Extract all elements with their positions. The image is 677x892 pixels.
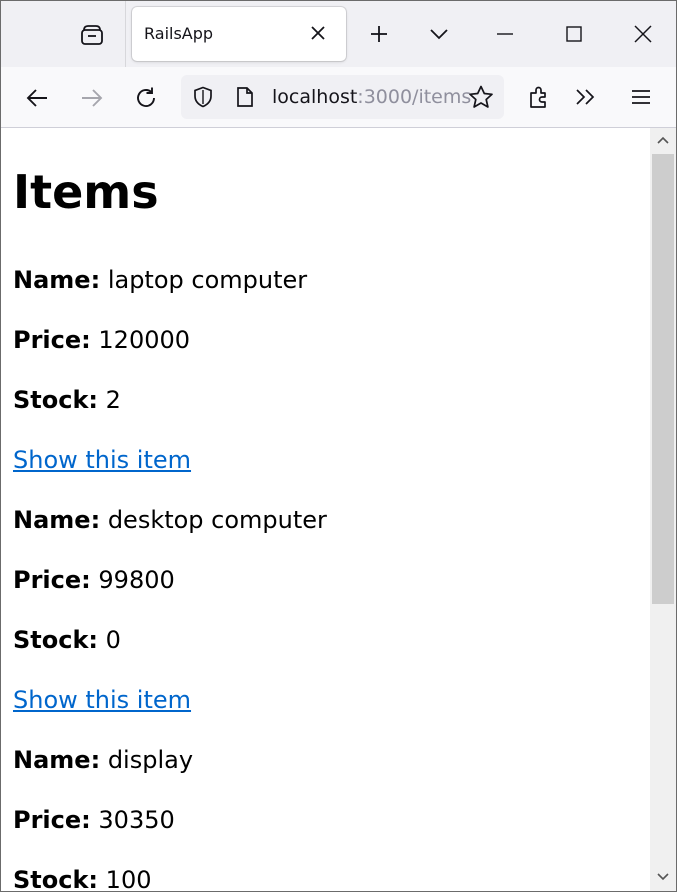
item-name-row: Name: desktop computer (13, 504, 327, 536)
item-stock: 0 (105, 626, 121, 654)
bookmark-star-icon[interactable] (467, 83, 495, 111)
name-label: Name: (13, 746, 101, 774)
stock-label: Stock: (13, 626, 99, 654)
item-name: desktop computer (107, 506, 327, 534)
close-tab-icon[interactable] (308, 23, 328, 43)
navigation-toolbar: localhost:3000/items (1, 67, 676, 128)
item-name-row: Name: laptop computer (13, 264, 307, 296)
list-tabs-chevron-down-icon[interactable] (426, 21, 452, 47)
minimize-icon[interactable] (492, 21, 518, 47)
tracking-protection-shield-icon[interactable] (191, 85, 215, 109)
reload-icon[interactable] (132, 84, 160, 112)
price-label: Price: (13, 566, 91, 594)
close-window-icon[interactable] (630, 21, 656, 47)
stock-label: Stock: (13, 386, 99, 414)
url-text[interactable]: localhost:3000/items (272, 86, 471, 108)
item-stock: 100 (105, 866, 152, 891)
item-price-row: Price: 30350 (13, 804, 175, 836)
item-stock-row: Stock: 0 (13, 624, 121, 656)
browser-window: RailsApp localhost:3000/items Items Name… (0, 0, 677, 892)
show-item-link[interactable]: Show this item (13, 446, 191, 474)
item-name: display (107, 746, 194, 774)
tab-strip: RailsApp (1, 1, 676, 67)
scroll-up-arrow-icon[interactable] (653, 131, 673, 149)
url-path: :3000/items (357, 86, 472, 108)
item-price-row: Price: 120000 (13, 324, 190, 356)
url-bar[interactable]: localhost:3000/items (181, 75, 504, 119)
item-stock-row: Stock: 100 (13, 864, 151, 891)
hamburger-menu-icon[interactable] (627, 83, 655, 111)
show-item-link[interactable]: Show this item (13, 686, 191, 714)
page-info-icon[interactable] (233, 85, 257, 109)
forward-arrow-icon[interactable] (78, 84, 106, 112)
item-price: 30350 (98, 806, 175, 834)
item-price-row: Price: 99800 (13, 564, 175, 596)
new-tab-icon[interactable] (366, 21, 392, 47)
maximize-icon[interactable] (561, 21, 587, 47)
stock-label: Stock: (13, 866, 99, 891)
page-title: Items (13, 165, 159, 219)
price-label: Price: (13, 806, 91, 834)
back-arrow-icon[interactable] (23, 84, 51, 112)
tab-title: RailsApp (144, 24, 214, 43)
item-name-row: Name: display (13, 744, 193, 776)
scroll-down-arrow-icon[interactable] (653, 868, 673, 886)
url-host: localhost (272, 86, 358, 108)
overflow-chevrons-icon[interactable] (572, 83, 600, 111)
item-price: 99800 (98, 566, 175, 594)
item-stock-row: Stock: 2 (13, 384, 121, 416)
price-label: Price: (13, 326, 91, 354)
tab-separator (125, 1, 126, 67)
item-stock: 2 (105, 386, 121, 414)
firefox-view-icon[interactable] (77, 21, 107, 49)
item-price: 120000 (98, 326, 191, 354)
name-label: Name: (13, 266, 101, 294)
item-name: laptop computer (107, 266, 308, 294)
tab-railsapp[interactable]: RailsApp (132, 7, 346, 61)
name-label: Name: (13, 506, 101, 534)
extensions-puzzle-icon[interactable] (525, 83, 553, 111)
vertical-scrollbar[interactable] (650, 128, 676, 891)
page-content: Items Name: laptop computer Price: 12000… (1, 128, 650, 891)
scrollbar-thumb[interactable] (652, 154, 674, 604)
